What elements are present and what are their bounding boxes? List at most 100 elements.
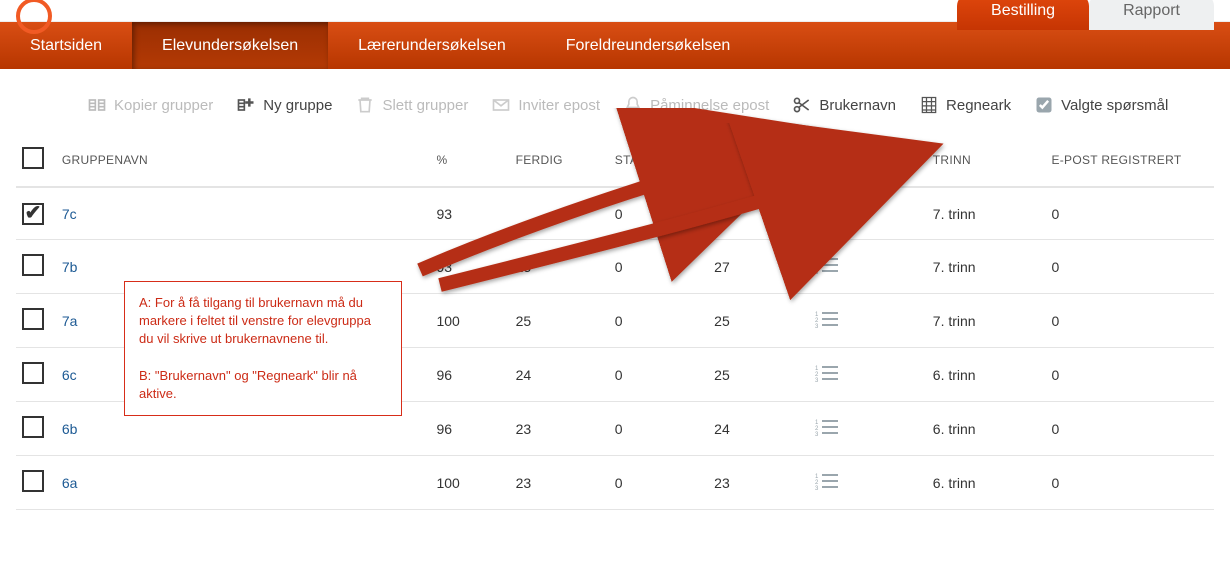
- callout-text-b: B: "Brukernavn" og "Regneark" blir nå ak…: [139, 367, 387, 403]
- row-checkbox[interactable]: [22, 254, 44, 276]
- scissors-icon: [791, 95, 813, 115]
- callout-text-a: A: For å få tilgang til brukernavn må du…: [139, 294, 387, 349]
- help-callout: A: For å få tilgang til brukernavn må du…: [124, 281, 402, 416]
- group-name-link[interactable]: 6a: [62, 475, 78, 491]
- cell-pct: 100: [430, 456, 509, 510]
- paminnelse-epost-button[interactable]: Påminnelse epost: [622, 95, 769, 115]
- brukernavn-button[interactable]: Brukernavn: [791, 95, 896, 115]
- select-all-checkbox[interactable]: [22, 147, 44, 169]
- cell-invitert: 23: [708, 456, 807, 510]
- checkbox-icon: [1033, 95, 1055, 115]
- header-pct[interactable]: %: [430, 133, 509, 187]
- kopier-grupper-label: Kopier grupper: [114, 97, 213, 114]
- app-header: Bestilling Rapport: [0, 0, 1230, 22]
- questions-list-icon[interactable]: 123: [814, 471, 840, 491]
- group-name-link[interactable]: 6b: [62, 421, 78, 437]
- slett-grupper-button[interactable]: Slett grupper: [354, 95, 468, 115]
- cell-trinn: 7. trinn: [927, 294, 1046, 348]
- header-ferdig[interactable]: FERDIG: [510, 133, 609, 187]
- svg-text:3: 3: [815, 378, 819, 383]
- row-checkbox[interactable]: [22, 470, 44, 492]
- valgte-sporsmal-label: Valgte spørsmål: [1061, 97, 1168, 114]
- header-epost[interactable]: E-POST REGISTRERT: [1045, 133, 1214, 187]
- cell-epost: 0: [1045, 456, 1214, 510]
- cell-startet: 0: [609, 187, 708, 240]
- cell-ferdig: 23: [510, 402, 609, 456]
- row-checkbox[interactable]: [22, 362, 44, 384]
- cell-invitert: 24: [708, 402, 807, 456]
- nav-foreldreundersokelsen[interactable]: Foreldreundersøkelsen: [536, 22, 761, 69]
- table-row: 7c930281237. trinn0: [16, 187, 1214, 240]
- svg-text:3: 3: [815, 324, 819, 329]
- cell-ferdig: 23: [510, 456, 609, 510]
- cell-startet: 0: [609, 456, 708, 510]
- copy-groups-icon: [86, 95, 108, 115]
- cell-trinn: 6. trinn: [927, 348, 1046, 402]
- cell-startet: 0: [609, 240, 708, 294]
- nav-startsiden[interactable]: Startsiden: [0, 22, 132, 69]
- svg-text:3: 3: [815, 432, 819, 437]
- cell-ferdig: 24: [510, 348, 609, 402]
- valgte-sporsmal-button[interactable]: Valgte spørsmål: [1033, 95, 1168, 115]
- questions-list-icon[interactable]: 123: [814, 255, 840, 275]
- cell-trinn: 7. trinn: [927, 187, 1046, 240]
- ny-gruppe-label: Ny gruppe: [263, 97, 332, 114]
- cell-ferdig: [510, 187, 609, 240]
- svg-text:3: 3: [815, 270, 819, 275]
- inviter-epost-label: Inviter epost: [518, 97, 600, 114]
- header-gruppenavn[interactable]: GRUPPENAVN: [56, 133, 431, 187]
- questions-list-icon[interactable]: 123: [814, 363, 840, 383]
- trash-icon: [354, 95, 376, 115]
- questions-list-icon[interactable]: 123: [814, 309, 840, 329]
- cell-epost: 0: [1045, 348, 1214, 402]
- mail-icon: [490, 95, 512, 115]
- cell-ferdig: 25: [510, 294, 609, 348]
- nav-elevundersokelsen[interactable]: Elevundersøkelsen: [132, 22, 328, 69]
- group-name-link[interactable]: 7a: [62, 313, 78, 329]
- group-name-link[interactable]: 7c: [62, 206, 77, 222]
- header-sporsmal[interactable]: SPØRSMÅL: [808, 133, 927, 187]
- group-toolbar: Kopier grupper Ny gruppe Slett grupper I…: [0, 69, 1230, 133]
- cell-epost: 0: [1045, 402, 1214, 456]
- group-name-link[interactable]: 7b: [62, 259, 78, 275]
- header-invitert[interactable]: INVITERT: [708, 133, 807, 187]
- paminnelse-epost-label: Påminnelse epost: [650, 97, 769, 114]
- header-tab-rapport[interactable]: Rapport: [1089, 0, 1214, 30]
- cell-trinn: 6. trinn: [927, 402, 1046, 456]
- cell-ferdig: 25: [510, 240, 609, 294]
- row-checkbox[interactable]: [22, 416, 44, 438]
- row-checkbox[interactable]: [22, 203, 44, 225]
- cell-epost: 0: [1045, 294, 1214, 348]
- header-trinn[interactable]: TRINN: [927, 133, 1046, 187]
- cell-pct: 100: [430, 294, 509, 348]
- regneark-button[interactable]: Regneark: [918, 95, 1011, 115]
- cell-pct: 96: [430, 348, 509, 402]
- cell-invitert: 28: [708, 187, 807, 240]
- nav-laererundersokelsen[interactable]: Lærerundersøkelsen: [328, 22, 536, 69]
- header-startet[interactable]: STARTET: [609, 133, 708, 187]
- svg-text:3: 3: [815, 486, 819, 491]
- cell-epost: 0: [1045, 240, 1214, 294]
- new-group-icon: [235, 95, 257, 115]
- kopier-grupper-button[interactable]: Kopier grupper: [86, 95, 213, 115]
- slett-grupper-label: Slett grupper: [382, 97, 468, 114]
- regneark-label: Regneark: [946, 97, 1011, 114]
- questions-list-icon[interactable]: 123: [814, 202, 840, 222]
- bell-icon: [622, 95, 644, 115]
- header-tabs: Bestilling Rapport: [957, 0, 1214, 30]
- cell-trinn: 6. trinn: [927, 456, 1046, 510]
- row-checkbox[interactable]: [22, 308, 44, 330]
- spreadsheet-icon: [918, 95, 940, 115]
- header-left: [16, 0, 62, 28]
- brukernavn-label: Brukernavn: [819, 97, 896, 114]
- cell-invitert: 27: [708, 240, 807, 294]
- cell-invitert: 25: [708, 348, 807, 402]
- inviter-epost-button[interactable]: Inviter epost: [490, 95, 600, 115]
- group-name-link[interactable]: 6c: [62, 367, 77, 383]
- cell-startet: 0: [609, 402, 708, 456]
- ny-gruppe-button[interactable]: Ny gruppe: [235, 95, 332, 115]
- questions-list-icon[interactable]: 123: [814, 417, 840, 437]
- header-tab-bestilling[interactable]: Bestilling: [957, 0, 1089, 30]
- cell-pct: 93: [430, 240, 509, 294]
- svg-text:3: 3: [815, 217, 819, 222]
